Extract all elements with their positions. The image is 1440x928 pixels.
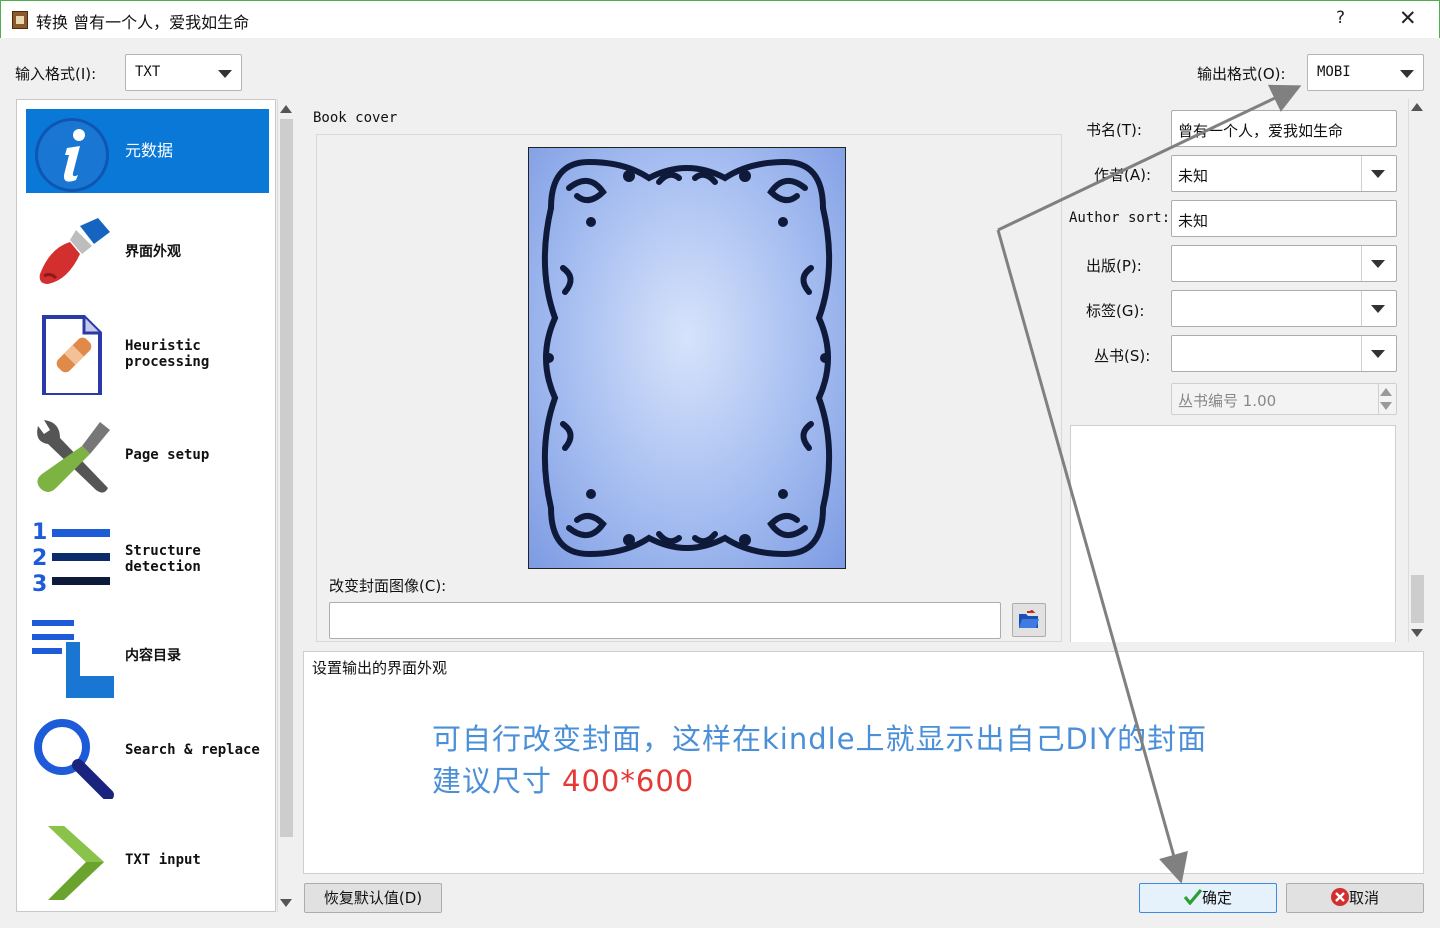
scroll-down-icon[interactable] [1411,629,1423,637]
series-combo[interactable] [1171,335,1397,372]
author-sort-value: 未知 [1178,212,1209,230]
sidebar-item-toc[interactable]: 内容目录 [26,614,269,698]
title-label: 书名(T): [1086,121,1142,139]
annotation-line2-text: 建议尺寸 [432,764,553,798]
svg-text:2: 2 [32,546,47,571]
series-index-spinbox[interactable]: 丛书编号 1.00 [1171,383,1397,415]
author-value: 未知 [1178,167,1209,185]
annotation-line2: 建议尺寸 400*600 [432,758,694,800]
sidebar-item-label: Page setup [125,447,210,463]
cancel-button[interactable]: 取消 [1286,883,1424,913]
output-format-select[interactable]: MOBI [1307,54,1424,91]
sidebar-item-search-replace[interactable]: Search & replace [26,715,269,799]
ok-label: 确定 [1201,889,1232,907]
document-bandage-icon [42,315,102,395]
cover-path-input[interactable] [329,602,1001,639]
output-format-value: MOBI [1317,64,1351,80]
metadata-scrollbar[interactable] [1408,99,1425,642]
chevron-right-icon [48,826,104,900]
sidebar-item-txt-input[interactable]: TXT input [26,816,269,900]
output-format-label: 输出格式(O): [1197,65,1286,83]
series-index-value: 丛书编号 1.00 [1178,392,1277,410]
ok-button[interactable]: 确定 [1139,883,1277,913]
scrollbar-thumb[interactable] [1411,575,1424,623]
spin-down-icon[interactable] [1380,402,1392,410]
sidebar-item-page-setup[interactable]: Page setup [26,412,269,496]
sidebar-item-heuristic[interactable]: Heuristic processing [26,311,269,395]
magnifier-icon [34,719,114,799]
restore-defaults-button[interactable]: 恢复默认值(D) [304,883,442,913]
sidebar-item-label: Search & replace [125,742,260,758]
browse-cover-button[interactable] [1012,603,1046,637]
change-cover-label: 改变封面图像(C): [329,577,447,595]
spin-up-icon[interactable] [1380,388,1392,396]
input-format-select[interactable]: TXT [125,54,242,91]
sidebar-item-label: TXT input [125,852,201,868]
input-format-value: TXT [135,64,161,80]
cancel-icon [1330,888,1349,906]
tags-label: 标签(G): [1086,302,1145,320]
author-label: 作者(A): [1094,166,1152,184]
scroll-up-icon[interactable] [1411,103,1423,111]
paintbrush-icon [39,218,110,284]
sidebar-item-structure[interactable]: 1 2 3 Structure detection [26,513,269,597]
chevron-down-icon[interactable] [1371,305,1385,313]
sidebar-item-label: 内容目录 [125,648,181,664]
book-title-value: 曾有一个人，爱我如生命 [1178,122,1344,140]
annotation-line1: 可自行改变封面，这样在kindle上就显示出自己DIY的封面 [432,722,1208,756]
publisher-combo[interactable] [1171,245,1397,282]
annotation-size: 400*600 [562,764,695,798]
cancel-label: 取消 [1348,889,1379,907]
tags-combo[interactable] [1171,290,1397,327]
chevron-down-icon [1400,70,1414,78]
sidebar-item-label: 界面外观 [125,244,181,260]
svg-text:1: 1 [32,520,47,545]
input-format-label: 输入格式(I): [15,65,97,83]
scrollbar-thumb[interactable] [280,119,293,837]
help-text: 设置输出的界面外观 [312,659,448,677]
chevron-down-icon[interactable] [1371,260,1385,268]
book-cover-heading: Book cover [313,110,398,126]
app-icon [12,11,28,29]
scroll-down-icon[interactable] [280,899,292,907]
help-button[interactable]: ? [1336,8,1345,28]
chevron-down-icon[interactable] [1371,350,1385,358]
sidebar-item-label: 元数据 [125,141,174,160]
publisher-label: 出版(P): [1086,257,1142,275]
sidebar: 元数据 界面外观 Heuristic processing Page setup… [16,99,276,912]
series-label: 丛书(S): [1094,347,1151,365]
chevron-down-icon [218,70,232,78]
author-sort-input[interactable]: 未知 [1171,200,1397,237]
info-icon [35,118,109,192]
wrench-screwdriver-icon [37,420,110,493]
sidebar-item-look-feel[interactable]: 界面外观 [26,210,269,294]
checkmark-icon [1183,888,1203,906]
sidebar-item-metadata[interactable]: 元数据 [26,109,269,193]
author-sort-label: Author sort: [1069,210,1171,226]
book-title-input[interactable]: 曾有一个人，爱我如生命 [1171,110,1397,147]
sidebar-scrollbar[interactable] [277,99,294,912]
window-title: 转换 曾有一个人，爱我如生命 [36,13,250,32]
folder-open-icon [1019,609,1039,628]
sidebar-item-label: Heuristic processing [125,338,210,370]
toc-pointer-icon [32,620,114,698]
close-button[interactable]: ✕ [1399,6,1417,30]
ornamental-frame-icon [541,158,833,558]
comments-editor[interactable] [1070,425,1396,642]
cover-image[interactable] [528,147,846,569]
scroll-up-icon[interactable] [280,105,292,113]
author-combo[interactable]: 未知 [1171,155,1397,192]
sidebar-item-label: Structure detection [125,543,201,575]
svg-text:3: 3 [32,572,47,597]
chevron-down-icon[interactable] [1371,170,1385,178]
numbered-list-icon: 1 2 3 [32,520,110,597]
